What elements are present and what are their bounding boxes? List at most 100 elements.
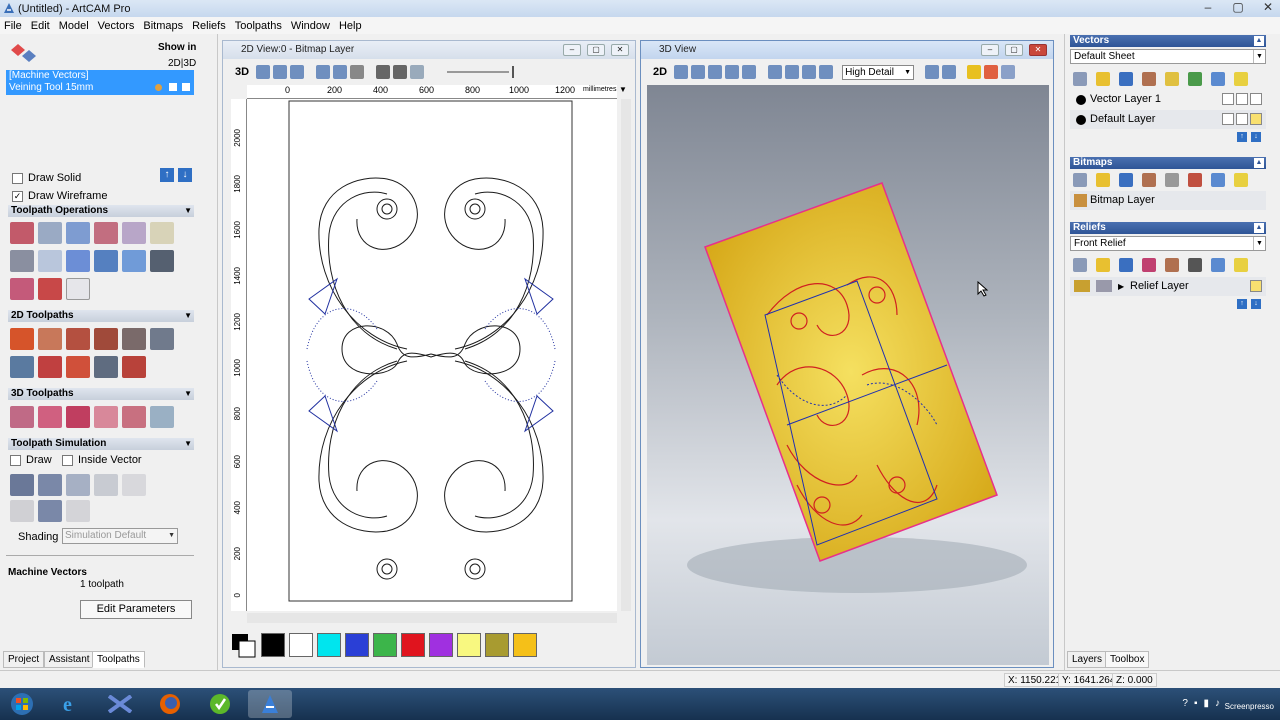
- toggle-3d-button[interactable]: 3D: [235, 66, 249, 78]
- menu-reliefs[interactable]: Reliefs: [192, 20, 226, 32]
- zoom-box-icon[interactable]: [290, 65, 305, 79]
- simulation-stock-icon[interactable]: [94, 474, 118, 496]
- bulb-icon[interactable]: [1250, 93, 1262, 105]
- detail-select[interactable]: High Detail ▼: [842, 64, 915, 80]
- minimize-button[interactable]: –: [563, 44, 581, 56]
- transform-toolpath-icon[interactable]: [122, 222, 146, 244]
- delete-bitmap-icon[interactable]: [1211, 173, 1225, 187]
- relief-select[interactable]: Front Relief ▼: [1070, 236, 1266, 251]
- tray-signal-icon[interactable]: ▮: [1203, 698, 1209, 709]
- bulb-icon[interactable]: [1250, 113, 1262, 125]
- profiling-icon[interactable]: [10, 328, 34, 350]
- bitmap-toggle-icon[interactable]: [376, 65, 391, 79]
- iso-view-icon[interactable]: [768, 65, 783, 79]
- sim-inside-vector-checkbox[interactable]: Inside Vector: [62, 454, 142, 466]
- close-button[interactable]: ✕: [1260, 0, 1276, 14]
- show-in-mode[interactable]: 2D|3D: [168, 58, 196, 69]
- edit-icon[interactable]: [1236, 113, 1248, 125]
- tray-network-icon[interactable]: ▪: [1194, 698, 1198, 709]
- menu-window[interactable]: Window: [291, 20, 330, 32]
- material-setup-icon[interactable]: [38, 250, 62, 272]
- tray-volume-icon[interactable]: ♪: [1215, 698, 1220, 709]
- 3d-viewport[interactable]: [647, 85, 1049, 665]
- delete-simulation-icon[interactable]: [122, 474, 146, 496]
- maximize-button[interactable]: ▢: [1230, 0, 1246, 14]
- artcam-taskbar-icon[interactable]: [248, 690, 292, 718]
- relief-light-icon[interactable]: [1234, 258, 1248, 272]
- menu-file[interactable]: File: [4, 20, 22, 32]
- collapse-icon[interactable]: ▼: [184, 205, 192, 217]
- close-button[interactable]: ✕: [1029, 44, 1047, 56]
- menu-edit[interactable]: Edit: [31, 20, 50, 32]
- toolpath-templates-icon[interactable]: [150, 222, 174, 244]
- sim-draw-checkbox[interactable]: Draw: [10, 454, 52, 466]
- save-layer-icon[interactable]: [1119, 72, 1133, 86]
- blend-slider-track[interactable]: [447, 71, 510, 73]
- 2d-drawing-canvas[interactable]: [247, 99, 617, 611]
- simulate-toolpath-icon[interactable]: [10, 474, 34, 496]
- rotate-toolpath-icon[interactable]: [38, 278, 62, 300]
- sim-export-icon[interactable]: [66, 500, 90, 522]
- bitmap-light-icon[interactable]: [1234, 173, 1248, 187]
- shading-select[interactable]: Simulation Default ▼: [62, 528, 178, 544]
- zoom-previous-icon[interactable]: [333, 65, 348, 79]
- tab-assistant[interactable]: Assistant: [44, 651, 95, 668]
- draw-wireframe-checkbox[interactable]: ✓ Draw Wireframe: [12, 190, 107, 202]
- collapse-icon[interactable]: ▲: [1254, 36, 1264, 46]
- collapse-icon[interactable]: ▼: [184, 388, 192, 400]
- merge-toolpaths-icon[interactable]: [66, 222, 90, 244]
- zoom-out-icon[interactable]: [273, 65, 288, 79]
- layer-properties-icon[interactable]: [1142, 72, 1156, 86]
- sim-options-icon[interactable]: [10, 500, 34, 522]
- draw-solid-checkbox[interactable]: Draw Solid: [12, 172, 81, 184]
- relief-preview-icon[interactable]: [1188, 258, 1202, 272]
- palette-swatch-purple[interactable]: [429, 633, 453, 657]
- menu-vectors[interactable]: Vectors: [98, 20, 135, 32]
- 3d-toolpaths-header[interactable]: 3D Toolpaths ▼: [8, 388, 194, 400]
- lighting-icon[interactable]: [967, 65, 982, 79]
- save-toolpath-icon[interactable]: [10, 278, 34, 300]
- reliefs-header[interactable]: Reliefs ▲: [1070, 222, 1266, 234]
- move-up-icon[interactable]: ↑: [160, 168, 174, 182]
- simulate-all-icon[interactable]: [38, 474, 62, 496]
- tool-database-icon[interactable]: [10, 250, 34, 272]
- selected-toolpath[interactable]: [Machine Vectors] Veining Tool 15mm: [6, 70, 194, 95]
- save-bitmap-icon[interactable]: [1119, 173, 1133, 187]
- palette-swatch-blue[interactable]: [345, 633, 369, 657]
- show-2d-checkbox[interactable]: [169, 83, 177, 91]
- layer-colour-icon[interactable]: [1165, 72, 1179, 86]
- engraving-icon[interactable]: [122, 328, 146, 350]
- vector-toggle-icon[interactable]: [393, 65, 408, 79]
- zoom-in-icon[interactable]: [256, 65, 271, 79]
- area-clearance-icon[interactable]: [38, 328, 62, 350]
- mail-client-icon[interactable]: [98, 690, 142, 718]
- move-down-icon[interactable]: ↓: [1251, 132, 1261, 142]
- move-up-icon[interactable]: ↑: [1237, 132, 1247, 142]
- toolpath-editor-icon[interactable]: [94, 222, 118, 244]
- toolpath-block-icon[interactable]: [66, 250, 90, 272]
- default-layer-row[interactable]: Default Layer: [1070, 110, 1266, 129]
- toolpath-draw-icon[interactable]: [1001, 65, 1016, 79]
- vector-layer-row[interactable]: Vector Layer 1: [1070, 90, 1266, 109]
- palette-swatch-white[interactable]: [289, 633, 313, 657]
- side-view-icon[interactable]: [802, 65, 817, 79]
- open-layer-icon[interactable]: [1096, 72, 1110, 86]
- menu-model[interactable]: Model: [59, 20, 89, 32]
- tray-help-icon[interactable]: ?: [1182, 698, 1188, 709]
- move-down-icon[interactable]: ↓: [1251, 299, 1261, 309]
- palette-swatch-red[interactable]: [401, 633, 425, 657]
- pan-icon[interactable]: [691, 65, 706, 79]
- minimize-button[interactable]: –: [981, 44, 999, 56]
- toolpath-summary-icon[interactable]: [66, 278, 90, 300]
- machine-3d-pencil-icon[interactable]: [94, 406, 118, 428]
- edit-icon[interactable]: [1236, 93, 1248, 105]
- feature-3d-icon[interactable]: [150, 406, 174, 428]
- internet-explorer-icon[interactable]: e: [48, 690, 92, 718]
- relief-toggle-icon[interactable]: [410, 65, 425, 79]
- batch-calculate-icon[interactable]: [38, 222, 62, 244]
- merge-layers-icon[interactable]: [1188, 72, 1202, 86]
- lock-icon[interactable]: [1222, 93, 1234, 105]
- relief-properties-icon[interactable]: [1165, 258, 1179, 272]
- collapse-icon[interactable]: ▼: [184, 438, 192, 450]
- material-colour-icon[interactable]: [984, 65, 999, 79]
